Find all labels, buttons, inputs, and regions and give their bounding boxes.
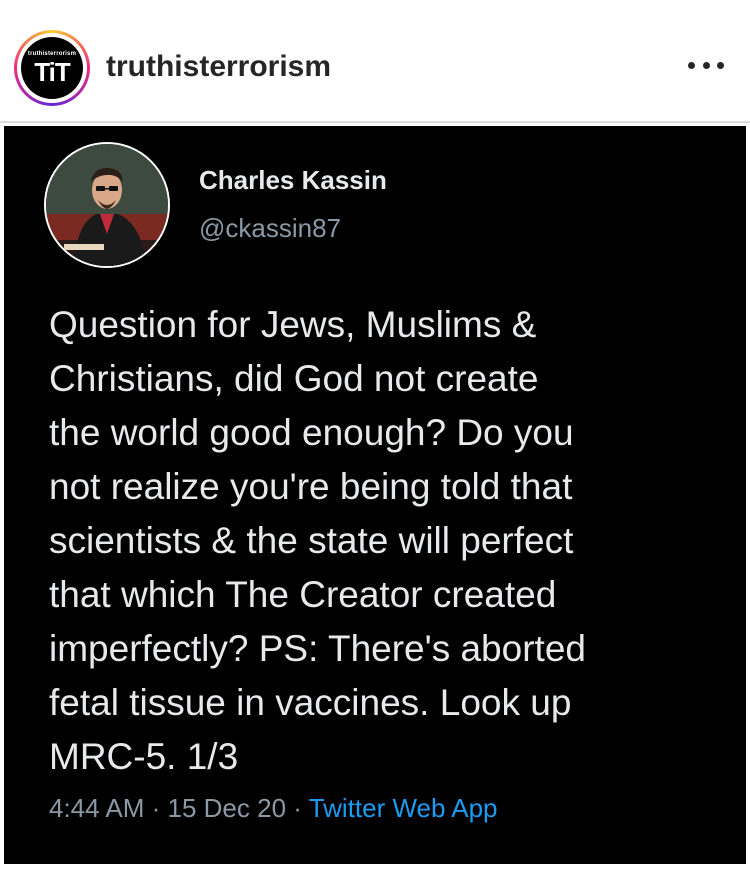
tweet-author-name: Charles Kassin xyxy=(199,165,387,195)
avatar-ring-gap: truthisterrorism TiT xyxy=(17,33,87,103)
tweet-screenshot: Charles Kassin @ckassin87 Question for J… xyxy=(4,126,746,864)
meta-separator: · xyxy=(144,793,168,823)
dot xyxy=(702,61,710,69)
tweet-author-handle: @ckassin87 xyxy=(199,213,342,243)
truthisterrorism-logo: truthisterrorism TiT xyxy=(21,37,83,99)
logo-big-text: TiT xyxy=(34,57,71,87)
tweet-body: Question for Jews, Muslims & Christians,… xyxy=(49,304,586,777)
header-divider xyxy=(0,121,750,123)
tweet-source: Twitter Web App xyxy=(308,793,498,823)
account-avatar[interactable]: truthisterrorism TiT xyxy=(14,30,90,106)
more-options-icon[interactable] xyxy=(688,50,724,80)
account-username[interactable]: truthisterrorism xyxy=(106,49,331,85)
tweet-time: 4:44 AM xyxy=(49,793,145,823)
dot xyxy=(688,61,695,69)
post-bottom-margin xyxy=(0,864,750,892)
tweet-meta: 4:44 AM · 15 Dec 20 · Twitter Web App xyxy=(49,792,498,824)
post-header: truthisterrorism TiT truthisterrorism xyxy=(0,0,750,122)
tweet-date: 15 Dec 20 xyxy=(167,793,287,823)
dot xyxy=(717,61,724,69)
tweet-author-avatar xyxy=(44,142,170,268)
meta-separator: · xyxy=(286,793,309,823)
